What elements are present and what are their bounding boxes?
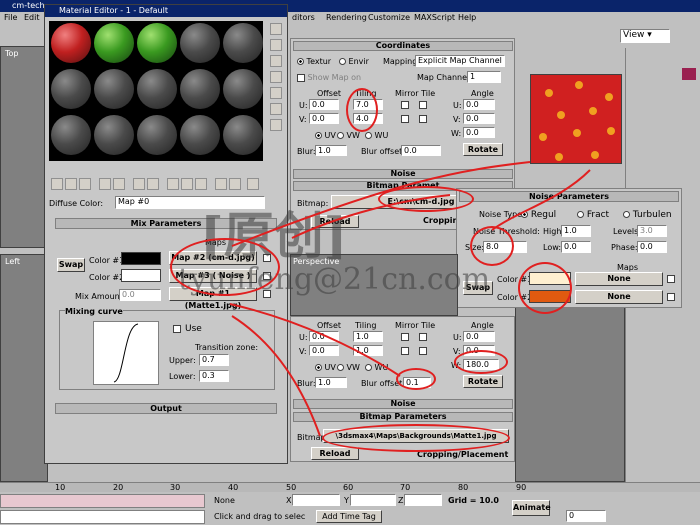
annotation-arrows <box>229 161 591 437</box>
